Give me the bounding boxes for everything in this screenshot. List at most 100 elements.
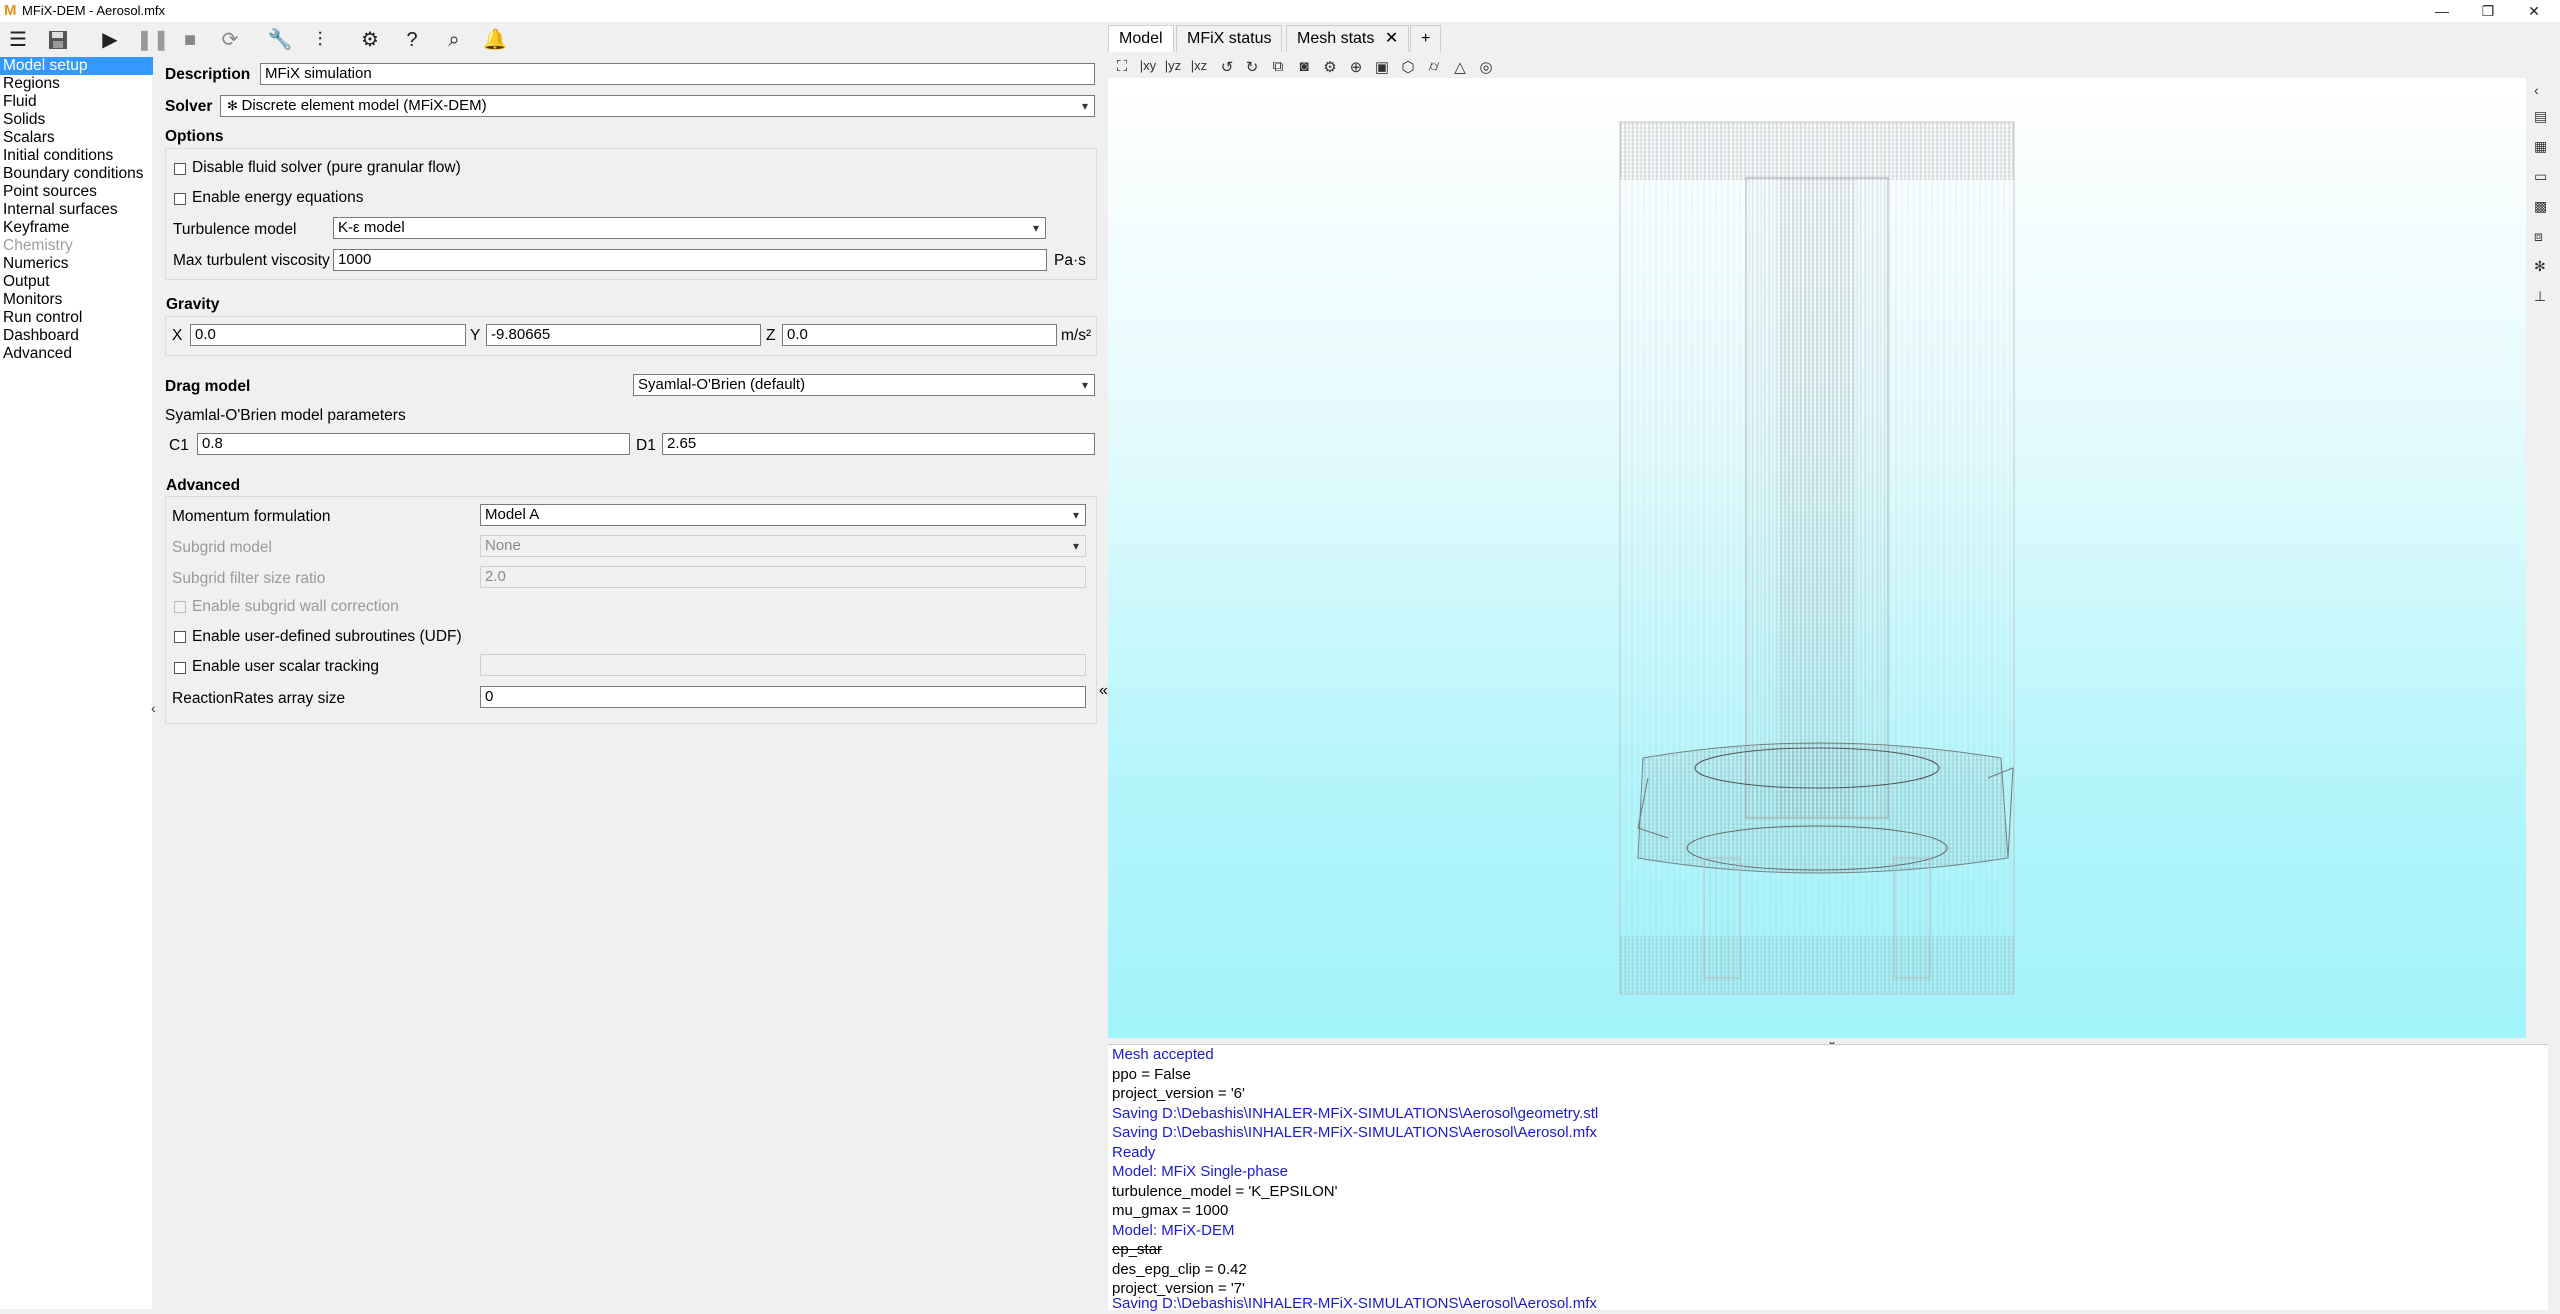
collapse-nav-icon[interactable]: ‹ [151,700,156,716]
rotate-left-icon[interactable]: ↺ [1217,58,1237,76]
enable-energy-label: Enable energy equations [192,189,364,206]
gravity-z-input[interactable]: 0.0 [782,324,1057,346]
turbulence-select[interactable]: K-ε model [333,217,1046,239]
rotate-right-icon[interactable]: ↻ [1242,58,1262,76]
advanced-heading: Advanced [166,477,241,494]
sidebar-item-scalars[interactable]: Scalars [3,129,55,147]
gravity-heading: Gravity [166,296,220,313]
enable-energy-checkbox[interactable] [174,193,186,205]
background-mesh-icon[interactable]: ▩ [2534,198,2547,215]
momentum-select[interactable]: Model A [480,504,1086,526]
drag-model-label: Drag model [165,378,251,395]
eye-icon[interactable]: ◎ [1476,58,1496,76]
model-viewport[interactable] [1108,78,2526,1038]
max-viscosity-label: Max turbulent viscosity [173,252,330,269]
tab-mesh-stats[interactable]: Mesh stats ✕ [1286,25,1410,52]
pause-icon[interactable]: ❚❚ [136,26,170,54]
tab-model[interactable]: Model [1108,25,1174,52]
sidebar-item-run-control[interactable]: Run control [3,309,82,327]
close-button[interactable]: ✕ [2512,0,2556,22]
fit-view-icon[interactable]: ⛶ [1112,58,1132,75]
sidebar-item-point-sources[interactable]: Point sources [3,183,97,201]
console-line: Saving D:\Debashis\INHALER-MFiX-SIMULATI… [1112,1295,1597,1312]
view-xy-button[interactable]: |xy [1138,58,1158,73]
stop-icon[interactable]: ■ [176,26,204,54]
console-line: Model: MFiX-DEM [1112,1221,1235,1239]
console-line: Ready [1112,1143,1156,1161]
tab-add[interactable]: + [1410,25,1442,52]
sliders-icon[interactable]: ⫶ [306,26,334,54]
description-label: Description [165,66,251,83]
view-yz-button[interactable]: |yz [1163,58,1183,73]
expand-panel-icon[interactable]: ‹ [2534,82,2539,98]
sidebar-item-advanced[interactable]: Advanced [3,345,72,363]
sidebar-item-model-setup[interactable]: Model setup [0,57,153,75]
udf-checkbox[interactable] [174,631,186,643]
geometry-visibility-icon[interactable]: ▤ [2534,108,2547,125]
panel-splitter[interactable] [1102,22,1106,1309]
play-icon[interactable]: ▶ [96,26,124,54]
d1-input[interactable]: 2.65 [662,433,1095,455]
scalar-tracking-label: Enable user scalar tracking [192,658,379,675]
gravity-y-input[interactable]: -9.80665 [486,324,761,346]
sidebar-item-boundary-conditions[interactable]: Boundary conditions [3,165,143,183]
reaction-rates-input[interactable]: 0 [480,686,1086,708]
center-icon[interactable]: ⊕ [1346,58,1366,76]
c1-input[interactable]: 0.8 [197,433,630,455]
axes-icon[interactable]: ⊥ [2534,288,2546,305]
save-icon[interactable] [44,26,72,54]
sidebar-item-regions[interactable]: Regions [3,75,60,93]
bell-icon[interactable]: 🔔 [481,26,509,54]
sidebar-item-initial-conditions[interactable]: Initial conditions [3,147,113,165]
mesh-visibility-icon[interactable]: ▦ [2534,138,2547,155]
wrench-icon[interactable]: 🔧 [266,26,294,54]
sidebar-item-keyframe[interactable]: Keyframe [3,219,69,237]
description-input[interactable]: MFiX simulation [260,63,1095,85]
sidebar-item-dashboard[interactable]: Dashboard [3,327,79,345]
help-icon[interactable]: ? [398,26,426,54]
geometry-icon[interactable]: ⬡ [1398,58,1418,76]
title-bar: M MFiX-DEM - Aerosol.mfx — ❐ ✕ [0,0,2560,22]
sidebar-item-fluid[interactable]: Fluid [3,93,37,111]
reset-icon[interactable]: ⟳ [216,26,244,54]
search-icon[interactable]: ⌕ [440,26,468,54]
maximize-button[interactable]: ❐ [2466,0,2510,22]
gear-icon[interactable]: ⚙ [356,26,384,54]
console-line: ppo = False [1112,1065,1191,1083]
sidebar-item-output[interactable]: Output [3,273,50,291]
solver-value: Discrete element model (MFiX-DEM) [241,97,487,114]
console-log [1108,1044,2548,1310]
solver-select[interactable]: ✻ Discrete element model (MFiX-DEM) [220,95,1095,117]
sidebar-item-numerics[interactable]: Numerics [3,255,68,273]
max-viscosity-input[interactable]: 1000 [333,249,1047,271]
splitter-grip-icon[interactable]: « [1099,682,1108,700]
console-scrollbar[interactable] [2548,1044,2560,1309]
surface-icon[interactable]: ⧈ [2534,228,2543,245]
visibility-icon[interactable]: ⚙ [1320,58,1340,76]
sidebar-item-internal-surfaces[interactable]: Internal surfaces [3,201,118,219]
camera-icon[interactable]: ◙ [1294,58,1314,75]
drag-model-select[interactable]: Syamlal-O'Brien (default) [633,374,1095,396]
scalar-tracking-checkbox[interactable] [174,662,186,674]
console-line: ep_star [1112,1241,1163,1258]
cylinder-icon[interactable]: ⌭ [1424,58,1444,75]
perspective-icon[interactable]: ⧉ [1268,58,1288,75]
menu-icon[interactable]: ☰ [4,26,32,54]
sidebar-item-solids[interactable]: Solids [3,111,45,129]
view-xz-button[interactable]: |xz [1189,58,1209,73]
tab-mfix-status[interactable]: MFiX status [1176,25,1283,52]
minimize-button[interactable]: — [2420,0,2464,22]
console-line: Saving D:\Debashis\INHALER-MFiX-SIMULATI… [1112,1124,1597,1141]
drop-icon[interactable]: △ [1450,58,1470,76]
options-heading: Options [165,128,224,145]
mesh-geometry [1619,121,2015,995]
regions-visibility-icon[interactable]: ▭ [2534,168,2547,185]
particles-icon[interactable]: ✻ [2534,258,2546,275]
close-tab-icon[interactable]: ✕ [1385,30,1398,47]
disable-fluid-checkbox[interactable] [174,163,186,175]
console-line: turbulence_model = 'K_EPSILON' [1112,1182,1338,1200]
gravity-x-input[interactable]: 0.0 [190,324,466,346]
box-icon[interactable]: ▣ [1372,58,1392,76]
sidebar-item-monitors[interactable]: Monitors [3,291,62,309]
gravity-unit: m/s² [1061,327,1092,344]
